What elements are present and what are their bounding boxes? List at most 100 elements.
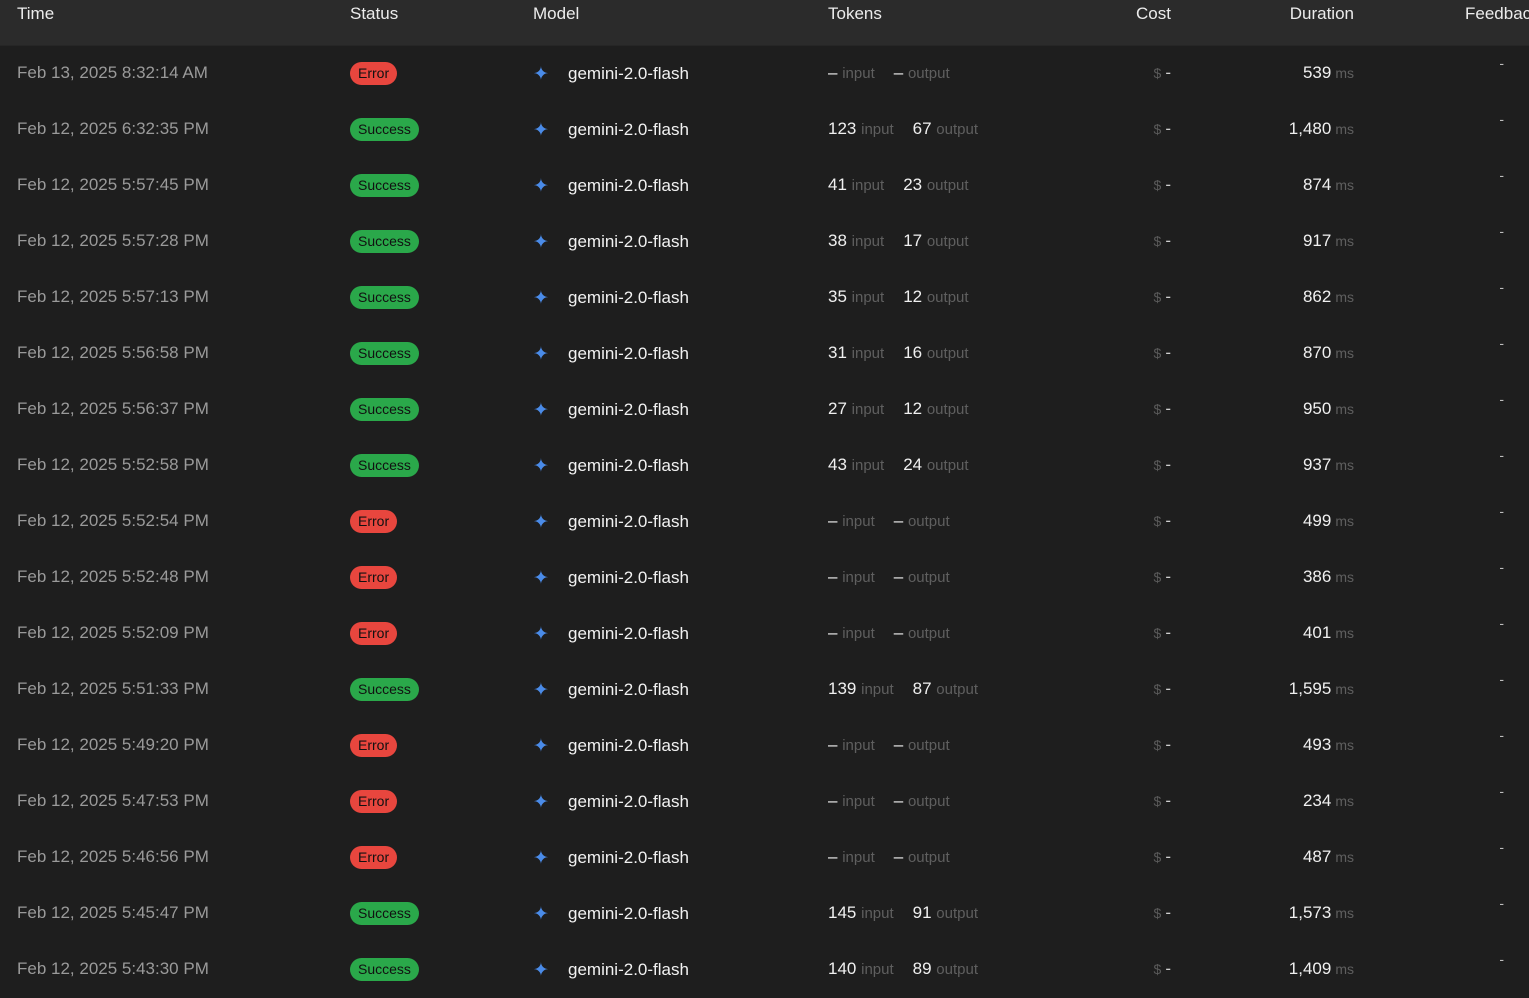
gemini-sparkle-icon: ✦ [533, 568, 549, 589]
cost-value: - [1165, 903, 1171, 922]
table-row[interactable]: Feb 12, 2025 5:49:20 PM Error ✦ gemini-2.… [0, 718, 1529, 774]
table-row[interactable]: Feb 12, 2025 5:57:13 PM Success ✦ gemini-… [0, 270, 1529, 326]
time-cell: Feb 12, 2025 5:46:56 PM [17, 847, 209, 866]
input-tokens: 123 [828, 119, 857, 138]
output-tokens: – [893, 567, 904, 586]
status-badge: Success [350, 958, 419, 981]
feedback-cell[interactable]: - [1499, 335, 1504, 351]
table-row[interactable]: Feb 12, 2025 5:51:33 PM Success ✦ gemini-… [0, 662, 1529, 718]
duration-value: 401 [1302, 623, 1332, 642]
tokens-cell: 35 input 12 output [828, 287, 969, 307]
header-duration[interactable]: Duration [1290, 4, 1354, 24]
status-cell: Error [350, 510, 398, 533]
status-badge: Success [350, 454, 419, 477]
status-badge: Success [350, 398, 419, 421]
tokens-cell: – input – output [828, 567, 950, 587]
feedback-cell[interactable]: - [1499, 167, 1504, 183]
feedback-cell[interactable]: - [1499, 447, 1504, 463]
feedback-cell[interactable]: - [1499, 727, 1504, 743]
cost-value: - [1165, 567, 1171, 586]
tokens-cell: 43 input 24 output [828, 455, 969, 475]
input-label: input [842, 737, 875, 754]
model-name: gemini-2.0-flash [568, 64, 689, 83]
cost-value: - [1165, 399, 1171, 418]
status-cell: Error [350, 62, 398, 85]
duration-value: 1,595 [1288, 679, 1332, 698]
header-tokens[interactable]: Tokens [828, 4, 882, 24]
header-feedback[interactable]: Feedbac [1465, 4, 1529, 24]
status-badge: Success [350, 286, 419, 309]
table-row[interactable]: Feb 13, 2025 8:32:14 AM Error ✦ gemini-2.… [0, 46, 1529, 102]
table-row[interactable]: Feb 12, 2025 5:57:45 PM Success ✦ gemini-… [0, 158, 1529, 214]
cost-value: - [1165, 119, 1171, 138]
table-row[interactable]: Feb 12, 2025 5:46:56 PM Error ✦ gemini-2.… [0, 830, 1529, 886]
output-label: output [907, 625, 950, 642]
header-status[interactable]: Status [350, 4, 398, 24]
duration-unit: ms [1335, 793, 1354, 809]
table-row[interactable]: Feb 12, 2025 6:32:35 PM Success ✦ gemini-… [0, 102, 1529, 158]
table-row[interactable]: Feb 12, 2025 5:52:09 PM Error ✦ gemini-2.… [0, 606, 1529, 662]
duration-cell: 1,573 ms [1289, 903, 1354, 923]
feedback-cell[interactable]: - [1499, 559, 1504, 575]
duration-value: 870 [1302, 343, 1332, 362]
output-label: output [926, 289, 969, 306]
feedback-cell[interactable]: - [1499, 503, 1504, 519]
cost-cell: $ - [1154, 287, 1171, 307]
time-cell: Feb 12, 2025 5:45:47 PM [17, 903, 209, 922]
cost-value: - [1165, 343, 1171, 362]
tokens-cell: – input – output [828, 735, 950, 755]
output-tokens: 67 [912, 119, 932, 138]
tokens-cell: 123 input 67 output [828, 119, 978, 139]
table-row[interactable]: Feb 12, 2025 5:47:53 PM Error ✦ gemini-2.… [0, 774, 1529, 830]
status-cell: Success [350, 902, 419, 925]
table-row[interactable]: Feb 12, 2025 5:52:58 PM Success ✦ gemini-… [0, 438, 1529, 494]
table-row[interactable]: Feb 12, 2025 5:56:37 PM Success ✦ gemini-… [0, 382, 1529, 438]
output-tokens: – [893, 623, 904, 642]
tokens-cell: 27 input 12 output [828, 399, 969, 419]
input-tokens: – [828, 847, 838, 866]
feedback-cell[interactable]: - [1499, 671, 1504, 687]
header-time[interactable]: Time [17, 4, 54, 24]
table-row[interactable]: Feb 12, 2025 5:45:47 PM Success ✦ gemini-… [0, 886, 1529, 942]
status-cell: Success [350, 958, 419, 981]
model-cell: ✦ gemini-2.0-flash [533, 847, 689, 870]
cost-value: - [1165, 959, 1171, 978]
status-cell: Error [350, 734, 398, 757]
tokens-cell: 38 input 17 output [828, 231, 969, 251]
status-cell: Error [350, 622, 398, 645]
duration-cell: 493 ms [1303, 735, 1354, 755]
model-name: gemini-2.0-flash [568, 624, 689, 643]
table-row[interactable]: Feb 12, 2025 5:56:58 PM Success ✦ gemini-… [0, 326, 1529, 382]
model-cell: ✦ gemini-2.0-flash [533, 567, 689, 590]
output-tokens: – [893, 791, 904, 810]
output-tokens: – [893, 511, 904, 530]
currency-symbol: $ [1153, 65, 1162, 81]
feedback-cell[interactable]: - [1499, 279, 1504, 295]
table-row[interactable]: Feb 12, 2025 5:52:54 PM Error ✦ gemini-2.… [0, 494, 1529, 550]
input-label: input [851, 401, 885, 418]
cost-cell: $ - [1154, 511, 1171, 531]
output-label: output [926, 233, 969, 250]
feedback-cell[interactable]: - [1499, 951, 1504, 967]
feedback-cell[interactable]: - [1499, 391, 1504, 407]
header-model[interactable]: Model [533, 4, 579, 24]
currency-symbol: $ [1153, 569, 1162, 585]
feedback-cell[interactable]: - [1499, 895, 1504, 911]
feedback-cell[interactable]: - [1499, 839, 1504, 855]
time-cell: Feb 12, 2025 5:47:53 PM [17, 791, 209, 810]
currency-symbol: $ [1153, 793, 1162, 809]
gemini-sparkle-icon: ✦ [533, 680, 549, 701]
output-tokens: 16 [903, 343, 923, 362]
gemini-sparkle-icon: ✦ [533, 176, 549, 197]
feedback-cell[interactable]: - [1499, 783, 1504, 799]
feedback-cell[interactable]: - [1499, 615, 1504, 631]
cost-cell: $ - [1154, 119, 1171, 139]
feedback-cell[interactable]: - [1499, 111, 1504, 127]
feedback-cell[interactable]: - [1499, 55, 1504, 71]
feedback-cell[interactable]: - [1499, 223, 1504, 239]
table-row[interactable]: Feb 12, 2025 5:52:48 PM Error ✦ gemini-2.… [0, 550, 1529, 606]
duration-value: 386 [1302, 567, 1332, 586]
table-row[interactable]: Feb 12, 2025 5:43:30 PM Success ✦ gemini-… [0, 942, 1529, 998]
table-row[interactable]: Feb 12, 2025 5:57:28 PM Success ✦ gemini-… [0, 214, 1529, 270]
header-cost[interactable]: Cost [1136, 4, 1171, 24]
